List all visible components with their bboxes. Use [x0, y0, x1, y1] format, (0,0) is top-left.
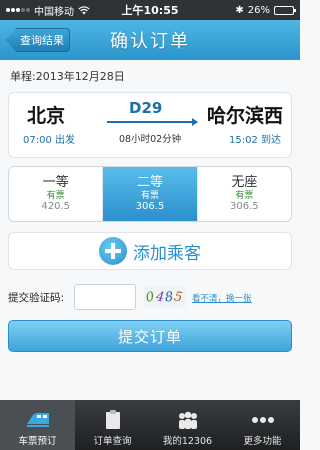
seat-option-no-seat[interactable]: 无座 有票 306.5: [198, 167, 291, 221]
add-passenger-label: 添加乘客: [133, 243, 201, 264]
bluetooth-icon: ✱: [235, 4, 244, 16]
tab-my-12306[interactable]: 我的12306: [150, 400, 225, 450]
seat-name: 一等: [42, 174, 69, 190]
tab-ticket-booking[interactable]: 车票预订: [0, 400, 75, 450]
captcha-char: 5: [173, 288, 185, 306]
route-arrow-icon: [107, 118, 198, 126]
trip-duration: 08小时02分钟: [119, 134, 182, 145]
seat-price: 306.5: [230, 200, 259, 212]
seat-availability: 有票: [46, 190, 65, 201]
seat-option-second-class[interactable]: 二等 有票 306.5: [103, 167, 198, 221]
tab-label: 车票预订: [18, 436, 57, 447]
seat-price: 306.5: [135, 200, 165, 212]
seat-option-first-class[interactable]: 一等 有票 420.5: [9, 167, 104, 221]
seat-availability: 有票: [140, 190, 159, 201]
tab-label: 更多功能: [243, 436, 282, 447]
more-icon: [250, 409, 276, 431]
submit-order-button[interactable]: 提交订单: [8, 320, 292, 352]
arrival-city: 哈尔滨西: [206, 105, 283, 127]
train-icon: [25, 409, 51, 431]
nav-bar: 查询结果 确认订单: [0, 20, 300, 60]
captcha-label: 提交验证码:: [8, 292, 65, 304]
plus-icon: [99, 237, 127, 265]
page-title: 确认订单: [110, 31, 190, 52]
add-passenger-button[interactable]: 添加乘客: [8, 232, 292, 270]
back-button[interactable]: 查询结果: [6, 28, 70, 52]
departure-time: 07:00 出发: [23, 135, 75, 146]
trip-card: 北京 D29 哈尔滨西 07:00 出发 08小时02分钟 15:02 到达: [8, 92, 292, 158]
clipboard-icon: [100, 409, 126, 431]
tab-label: 订单查询: [93, 436, 132, 447]
status-left: 中国移动: [6, 3, 90, 18]
battery-percent: 26%: [247, 4, 270, 16]
seat-availability: 有票: [235, 190, 254, 201]
people-icon: [175, 409, 201, 431]
seat-name: 无座: [231, 174, 258, 190]
seat-name: 二等: [136, 174, 163, 190]
departure-city: 北京: [27, 105, 66, 127]
tab-label: 我的12306: [162, 436, 213, 447]
captcha-image[interactable]: 0 4 8 5: [144, 286, 186, 308]
captcha-input[interactable]: [74, 284, 136, 310]
seat-type-selector: 一等 有票 420.5 二等 有票 306.5 无座 有票 306.5: [8, 166, 292, 222]
tab-bar: 车票预订 订单查询 我的12306 更多功能: [0, 400, 300, 450]
seat-price: 420.5: [41, 200, 70, 212]
status-bar: 中国移动 上午10:55 ✱ 26%: [0, 0, 300, 20]
train-number: D29: [129, 99, 163, 117]
captcha-refresh-link[interactable]: 看不清，换一张: [192, 292, 252, 304]
tab-order-query[interactable]: 订单查询: [75, 400, 150, 450]
trip-date: 单程:2013年12月28日: [10, 70, 125, 83]
status-right: ✱ 26%: [235, 4, 296, 16]
carrier-name: 中国移动: [34, 6, 74, 18]
battery-icon: [274, 5, 296, 15]
signal-icon: [6, 8, 30, 12]
tab-more-functions[interactable]: 更多功能: [225, 400, 300, 450]
wifi-icon: [78, 5, 90, 14]
arrival-time: 15:02 到达: [229, 135, 281, 146]
